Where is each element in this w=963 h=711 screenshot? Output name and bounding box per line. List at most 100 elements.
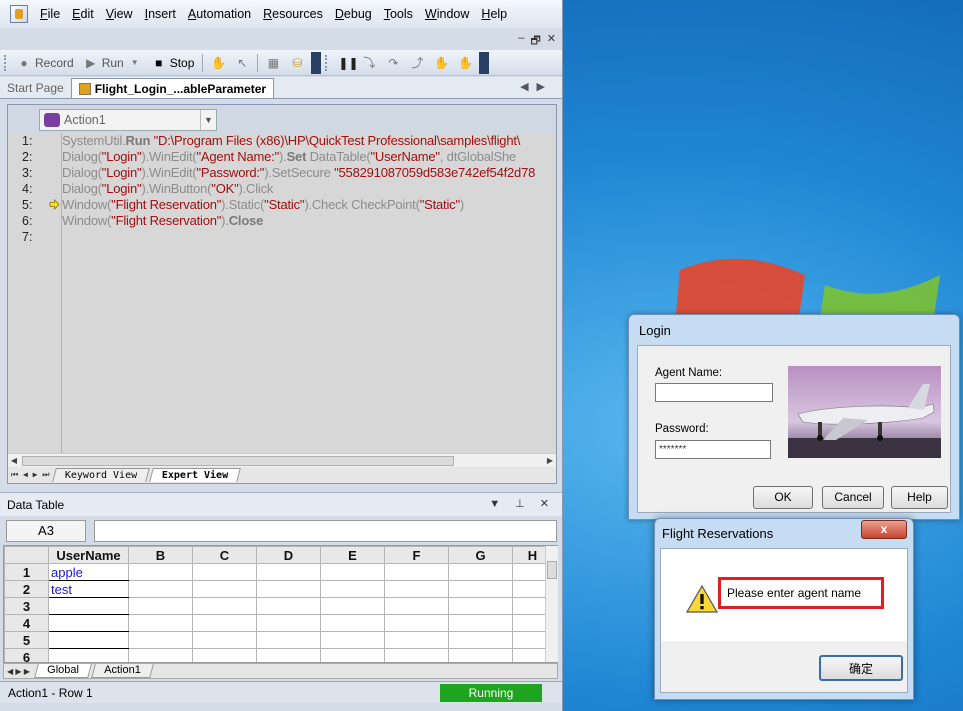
low-level-record-button[interactable]: ✋ (206, 52, 230, 74)
menu-item-help[interactable]: Help (475, 0, 513, 28)
menu-item-automation[interactable]: Automation (182, 0, 257, 28)
cancel-button[interactable]: Cancel (822, 486, 884, 509)
clear-breakpoints-button[interactable]: ✋ (453, 52, 477, 74)
scroll-right-icon[interactable]: ▶ (544, 454, 556, 468)
table-cell[interactable] (320, 597, 385, 615)
table-cell[interactable] (256, 597, 321, 615)
table-cell[interactable] (192, 563, 257, 581)
table-cell[interactable] (384, 563, 449, 581)
column-header[interactable]: F (384, 546, 449, 564)
table-cell[interactable] (320, 648, 385, 662)
code-line[interactable]: SystemUtil.Run "D:\Program Files (x86)\H… (62, 133, 556, 149)
row-header[interactable]: 2 (4, 580, 49, 598)
code-line[interactable] (62, 229, 556, 245)
code-line[interactable]: Window("Flight Reservation").Static("Sta… (62, 197, 556, 213)
agent-name-input[interactable] (655, 383, 773, 402)
pane-controls[interactable]: ▼ ⊥ ✕ (489, 497, 555, 510)
table-cell[interactable] (48, 631, 129, 649)
table-cell[interactable] (320, 563, 385, 581)
table-cell[interactable] (448, 563, 513, 581)
table-cell[interactable]: test (48, 580, 129, 598)
table-cell[interactable] (48, 597, 129, 615)
help-button[interactable]: Help (891, 486, 948, 509)
table-cell[interactable] (192, 580, 257, 598)
table-cell[interactable] (320, 631, 385, 649)
column-header[interactable]: E (320, 546, 385, 564)
row-header[interactable]: 4 (4, 614, 49, 632)
pause-button[interactable]: ❚❚ (333, 52, 358, 74)
table-cell[interactable] (256, 563, 321, 581)
table-cell[interactable] (320, 580, 385, 598)
row-header[interactable]: 5 (4, 631, 49, 649)
data-grid[interactable]: UserName B C D E F G H 1 apple 2 test 3 4 5 6 (3, 545, 558, 663)
table-cell[interactable] (192, 597, 257, 615)
code-editor[interactable]: 1: 2: 3: 4: 5: 6: 7: SystemUtil.Run "D:\Progra… (8, 133, 556, 453)
tab-nav-arrows[interactable]: ⏮ ◀ ▶ ⏭ (8, 470, 52, 480)
table-cell[interactable] (448, 597, 513, 615)
column-header[interactable]: D (256, 546, 321, 564)
tab-keyword-view[interactable]: Keyword View (52, 468, 151, 482)
table-cell[interactable] (256, 580, 321, 598)
table-cell[interactable] (128, 563, 193, 581)
table-cell[interactable] (448, 631, 513, 649)
table-cell[interactable] (448, 580, 513, 598)
pointer-button[interactable]: ↖ (230, 52, 254, 74)
row-header[interactable]: 6 (4, 648, 49, 662)
table-cell[interactable] (128, 648, 193, 662)
table-cell[interactable] (384, 648, 449, 662)
step-over-button[interactable]: ↷ (381, 52, 405, 74)
menu-item-file[interactable]: File (34, 0, 66, 28)
table-cell[interactable] (384, 580, 449, 598)
code-line[interactable]: Dialog("Login").WinEdit("Agent Name:").S… (62, 149, 556, 165)
action-selector[interactable]: Action1 ▼ (39, 109, 217, 131)
step-into-button[interactable]: ⤵ (357, 52, 381, 74)
table-cell[interactable] (48, 614, 129, 632)
column-header[interactable]: UserName (48, 546, 129, 564)
table-cell[interactable] (256, 631, 321, 649)
scroll-left-icon[interactable]: ◀ (8, 454, 20, 468)
close-button[interactable]: x (861, 520, 907, 539)
table-cell[interactable] (256, 648, 321, 662)
table-cell[interactable] (384, 631, 449, 649)
table-cell[interactable] (128, 580, 193, 598)
code-line[interactable]: Dialog("Login").WinEdit("Password:").Set… (62, 165, 556, 181)
cell-reference[interactable]: A3 (6, 520, 86, 542)
code-line[interactable]: Dialog("Login").WinButton("OK").Click (62, 181, 556, 197)
table-cell[interactable] (192, 631, 257, 649)
column-header[interactable]: C (192, 546, 257, 564)
tab-flight-login[interactable]: Flight_Login_...ableParameter (70, 78, 275, 98)
menu-item-edit[interactable]: Edit (66, 0, 100, 28)
menu-item-tools[interactable]: Tools (378, 0, 419, 28)
chevron-down-icon[interactable]: ▼ (200, 110, 216, 130)
restore-icon[interactable]: 🗗 (530, 32, 540, 51)
tab-global-sheet[interactable]: Global (34, 664, 92, 678)
app-icon[interactable] (10, 5, 28, 23)
scroll-thumb[interactable] (547, 561, 557, 579)
table-cell[interactable] (384, 597, 449, 615)
step-out-button[interactable]: ⤴ (405, 52, 429, 74)
corner-cell[interactable] (4, 546, 49, 564)
horizontal-scrollbar[interactable]: ◀ ▶ (8, 453, 556, 467)
tab-expert-view[interactable]: Expert View (148, 468, 241, 482)
toolbar-overflow-2[interactable] (479, 51, 490, 74)
toolbar-overflow[interactable] (311, 51, 322, 74)
toolbar-grip[interactable] (4, 54, 8, 71)
confirm-button[interactable]: 确定 (819, 655, 903, 681)
code-line[interactable]: Window("Flight Reservation").Close (62, 213, 556, 229)
db-button[interactable]: ⛁ (285, 52, 309, 74)
run-button[interactable]: ▶ Run ▼ (79, 52, 147, 74)
tab-start-page[interactable]: Start Page (0, 78, 71, 98)
table-cell[interactable] (384, 614, 449, 632)
scroll-thumb[interactable] (22, 456, 454, 466)
minimize-icon[interactable]: – (518, 32, 524, 51)
menu-item-insert[interactable]: Insert (139, 0, 182, 28)
column-header[interactable]: B (128, 546, 193, 564)
menu-item-window[interactable]: Window (419, 0, 475, 28)
menu-item-debug[interactable]: Debug (329, 0, 378, 28)
row-header[interactable]: 1 (4, 563, 49, 581)
breakpoint-button[interactable]: ✋ (429, 52, 453, 74)
menu-item-view[interactable]: View (100, 0, 139, 28)
table-cell[interactable] (128, 631, 193, 649)
table-cell[interactable]: apple (48, 563, 129, 581)
table-cell[interactable] (256, 614, 321, 632)
